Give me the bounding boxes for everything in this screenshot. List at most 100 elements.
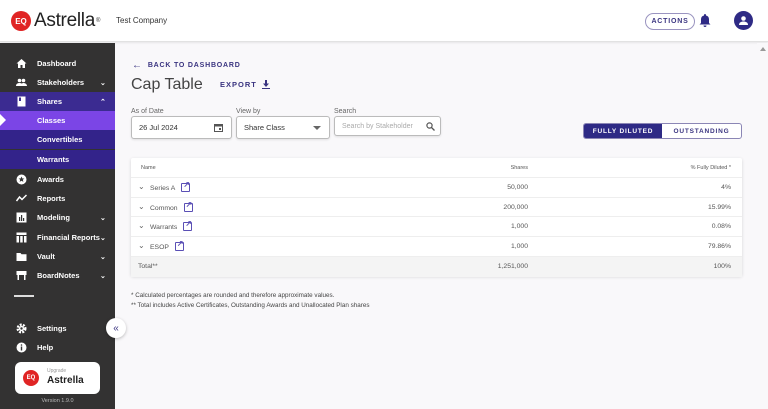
table-row[interactable]: ⌄ ESOP 1,000 79.86% (131, 237, 742, 257)
sidebar-item-label: Help (37, 343, 54, 352)
chevron-down-icon[interactable]: ⌄ (100, 234, 106, 242)
row-pct: 4% (721, 184, 731, 191)
upgrade-label: Upgrade (47, 368, 67, 374)
sidebar-item-label: Settings (37, 324, 67, 333)
open-external-icon[interactable] (183, 200, 193, 212)
folder-icon (16, 251, 27, 262)
scroll-up-icon[interactable] (760, 47, 766, 51)
sidebar-item-reports[interactable]: Reports (0, 189, 115, 208)
row-name: Series A (150, 185, 176, 192)
table-row[interactable]: ⌄ Series A 50,000 4% (131, 178, 742, 198)
arrow-left-icon: ← (132, 60, 143, 71)
footnote-2: ** Total includes Active Certificates, O… (131, 302, 370, 309)
table-row[interactable]: ⌄ Warrants 1,000 0.08% (131, 217, 742, 237)
table-row[interactable]: ⌄ Common 200,000 15.99% (131, 198, 742, 218)
sidebar-item-vault[interactable]: Vault ⌄ (0, 247, 115, 266)
viewby-select[interactable]: Share Class (236, 116, 330, 139)
search-input[interactable]: Search by Stakeholder (334, 116, 441, 136)
sidebar-item-label: Shares (37, 97, 63, 106)
sidebar-item-awards[interactable]: Awards (0, 170, 115, 189)
modeling-icon (16, 212, 27, 223)
table-header: Name Shares % Fully Diluted * (131, 158, 742, 178)
home-icon (16, 58, 27, 69)
chevron-down-icon[interactable]: ⌄ (138, 202, 145, 211)
total-pct: 100% (713, 263, 731, 270)
sidebar-item-convertibles[interactable]: Convertibles (0, 130, 115, 149)
sidebar-item-stakeholders[interactable]: Stakeholders ⌄ (0, 73, 115, 92)
header-name[interactable]: Name (141, 165, 156, 171)
sidebar-item-label: Modeling (37, 213, 70, 222)
row-name: Warrants (150, 224, 178, 232)
chevron-down-icon[interactable]: ⌄ (138, 241, 145, 250)
page-title: Cap Table (131, 76, 203, 93)
chevron-down-icon[interactable]: ⌄ (100, 253, 106, 261)
caret-down-icon (313, 126, 321, 130)
row-pct: 15.99% (707, 203, 731, 211)
row-shares: 1,000 (510, 243, 528, 251)
brand-name: Astrella (34, 10, 95, 31)
row-shares: 1,000 (510, 223, 528, 231)
upgrade-card[interactable]: EQ Upgrade Astrella (15, 362, 100, 394)
chevron-down-icon[interactable]: ⌄ (100, 272, 106, 280)
board-icon (16, 270, 27, 281)
chevron-down-icon[interactable]: ⌄ (138, 182, 145, 191)
row-shares: 50,000 (507, 184, 528, 191)
footnote-1: * Calculated percentages are rounded and… (131, 292, 335, 299)
double-chevron-left-icon: « (113, 322, 119, 334)
header-shares[interactable]: Shares (511, 165, 528, 171)
chevron-down-icon[interactable]: ⌄ (100, 214, 106, 222)
row-name: ESOP (150, 244, 169, 252)
sidebar-item-label: Financial Reports (37, 233, 100, 242)
sidebar-item-classes[interactable]: Classes (0, 111, 115, 130)
bell-icon[interactable] (699, 13, 711, 32)
award-icon (16, 174, 27, 185)
eq-badge: EQ (23, 370, 39, 386)
version-text: Version 1.9.0 (41, 398, 74, 404)
open-external-icon[interactable] (174, 239, 184, 252)
financial-icon (16, 232, 27, 243)
download-icon (261, 80, 270, 89)
calendar-icon[interactable] (214, 123, 223, 132)
export-button[interactable]: EXPORT (220, 80, 270, 89)
sidebar-item-boardnotes[interactable]: BoardNotes ⌄ (0, 266, 115, 285)
sidebar-item-help[interactable]: Help (0, 338, 115, 357)
scrollbar[interactable] (757, 43, 768, 409)
sidebar-item-label: Warrants (37, 155, 70, 164)
row-shares: 200,000 (503, 203, 528, 211)
row-pct: 0.08% (711, 223, 731, 231)
back-to-dashboard-link[interactable]: ← BACK TO DASHBOARD (132, 60, 241, 71)
date-label: As of Date (131, 108, 164, 115)
search-icon[interactable] (426, 121, 435, 131)
sidebar-item-modeling[interactable]: Modeling ⌄ (0, 208, 115, 227)
date-input[interactable]: 26 Jul 2024 (131, 116, 232, 139)
sidebar-item-warrants[interactable]: Warrants (0, 150, 115, 169)
row-name: Common (150, 204, 178, 212)
shares-icon (16, 96, 27, 107)
open-external-icon[interactable] (181, 180, 191, 192)
dilution-toggle: FULLY DILUTED OUTSTANDING (583, 123, 742, 139)
chevron-down-icon[interactable]: ⌄ (100, 79, 106, 87)
astrella-logo[interactable]: EQ Astrella ® (11, 10, 100, 32)
info-icon (16, 342, 27, 353)
sidebar-item-label: BoardNotes (37, 271, 80, 280)
outstanding-toggle[interactable]: OUTSTANDING (662, 124, 741, 138)
chevron-up-icon[interactable]: ⌃ (100, 98, 106, 106)
user-avatar[interactable] (734, 11, 753, 30)
sidebar-divider (14, 295, 34, 297)
header-pct[interactable]: % Fully Diluted * (691, 165, 731, 171)
sidebar-item-label: Reports (37, 194, 66, 203)
chevron-down-icon[interactable]: ⌄ (138, 221, 145, 230)
sidebar-item-financial-reports[interactable]: Financial Reports ⌄ (0, 228, 115, 247)
people-icon (16, 77, 27, 88)
fully-diluted-toggle[interactable]: FULLY DILUTED (584, 124, 662, 138)
sidebar-item-dashboard[interactable]: Dashboard (0, 54, 115, 73)
gear-icon (16, 323, 27, 334)
row-pct: 79.86% (707, 243, 731, 251)
sidebar-item-label: Vault (37, 252, 55, 261)
sidebar-item-shares[interactable]: Shares ⌃ (0, 92, 115, 111)
actions-button[interactable]: ACTIONS (645, 13, 695, 30)
sidebar-item-settings[interactable]: Settings (0, 319, 115, 338)
collapse-sidebar-button[interactable]: « (106, 318, 126, 338)
open-external-icon[interactable] (183, 219, 193, 232)
company-name[interactable]: Test Company (116, 16, 167, 25)
